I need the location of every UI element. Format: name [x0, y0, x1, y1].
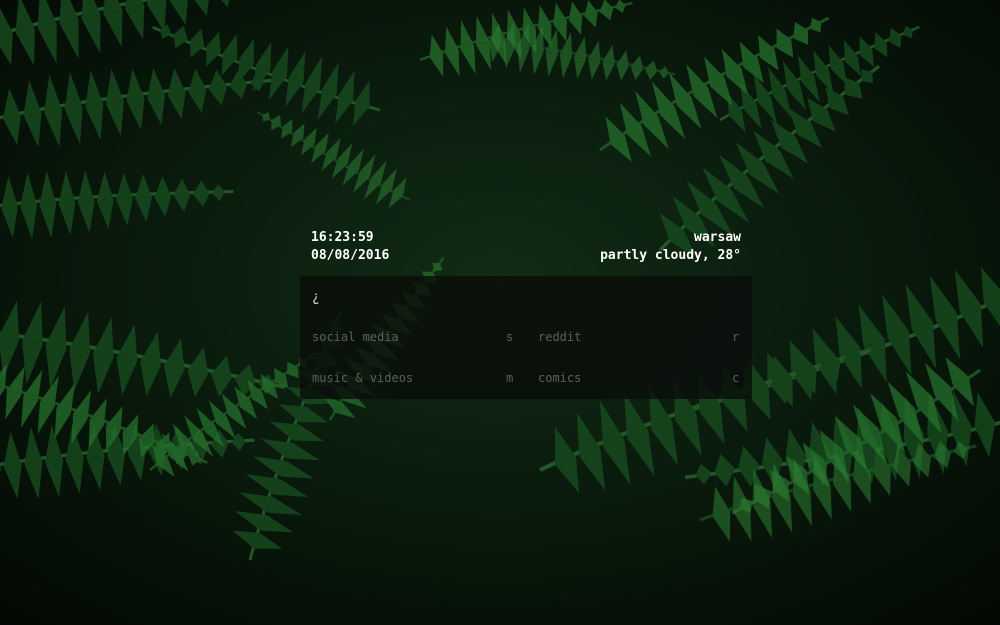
link-row: social media s reddit r: [300, 328, 752, 369]
startpage-widget: 16:23:59 08/08/2016 warsaw partly cloudy…: [300, 224, 752, 399]
link-reddit[interactable]: reddit r: [538, 328, 740, 346]
link-label: reddit: [538, 330, 582, 344]
link-comics[interactable]: comics c: [538, 369, 740, 387]
clock-time: 16:23:59: [311, 230, 374, 245]
link-row: music & videos m comics c: [300, 369, 752, 410]
link-label: social media: [312, 330, 399, 344]
link-shortcut-key: s: [506, 330, 514, 344]
weather: warsaw partly cloudy, 28°: [600, 229, 741, 265]
clock-date: 08/08/2016: [311, 248, 390, 263]
weather-condition: partly cloudy, 28°: [600, 248, 741, 263]
weather-city: warsaw: [694, 230, 741, 245]
link-shortcut-key: r: [732, 330, 740, 344]
link-label: music & videos: [312, 371, 414, 385]
link-shortcut-key: m: [506, 371, 514, 385]
search-panel: social media s reddit r music & videos m…: [300, 276, 752, 399]
link-social-media[interactable]: social media s: [312, 328, 514, 346]
link-shortcut-key: c: [732, 371, 740, 385]
clock: 16:23:59 08/08/2016: [311, 229, 389, 265]
search-input[interactable]: [312, 289, 732, 307]
status-header: 16:23:59 08/08/2016 warsaw partly cloudy…: [300, 224, 752, 276]
link-label: comics: [538, 371, 582, 385]
link-music-videos[interactable]: music & videos m: [312, 369, 514, 387]
link-list: social media s reddit r music & videos m…: [300, 328, 752, 410]
